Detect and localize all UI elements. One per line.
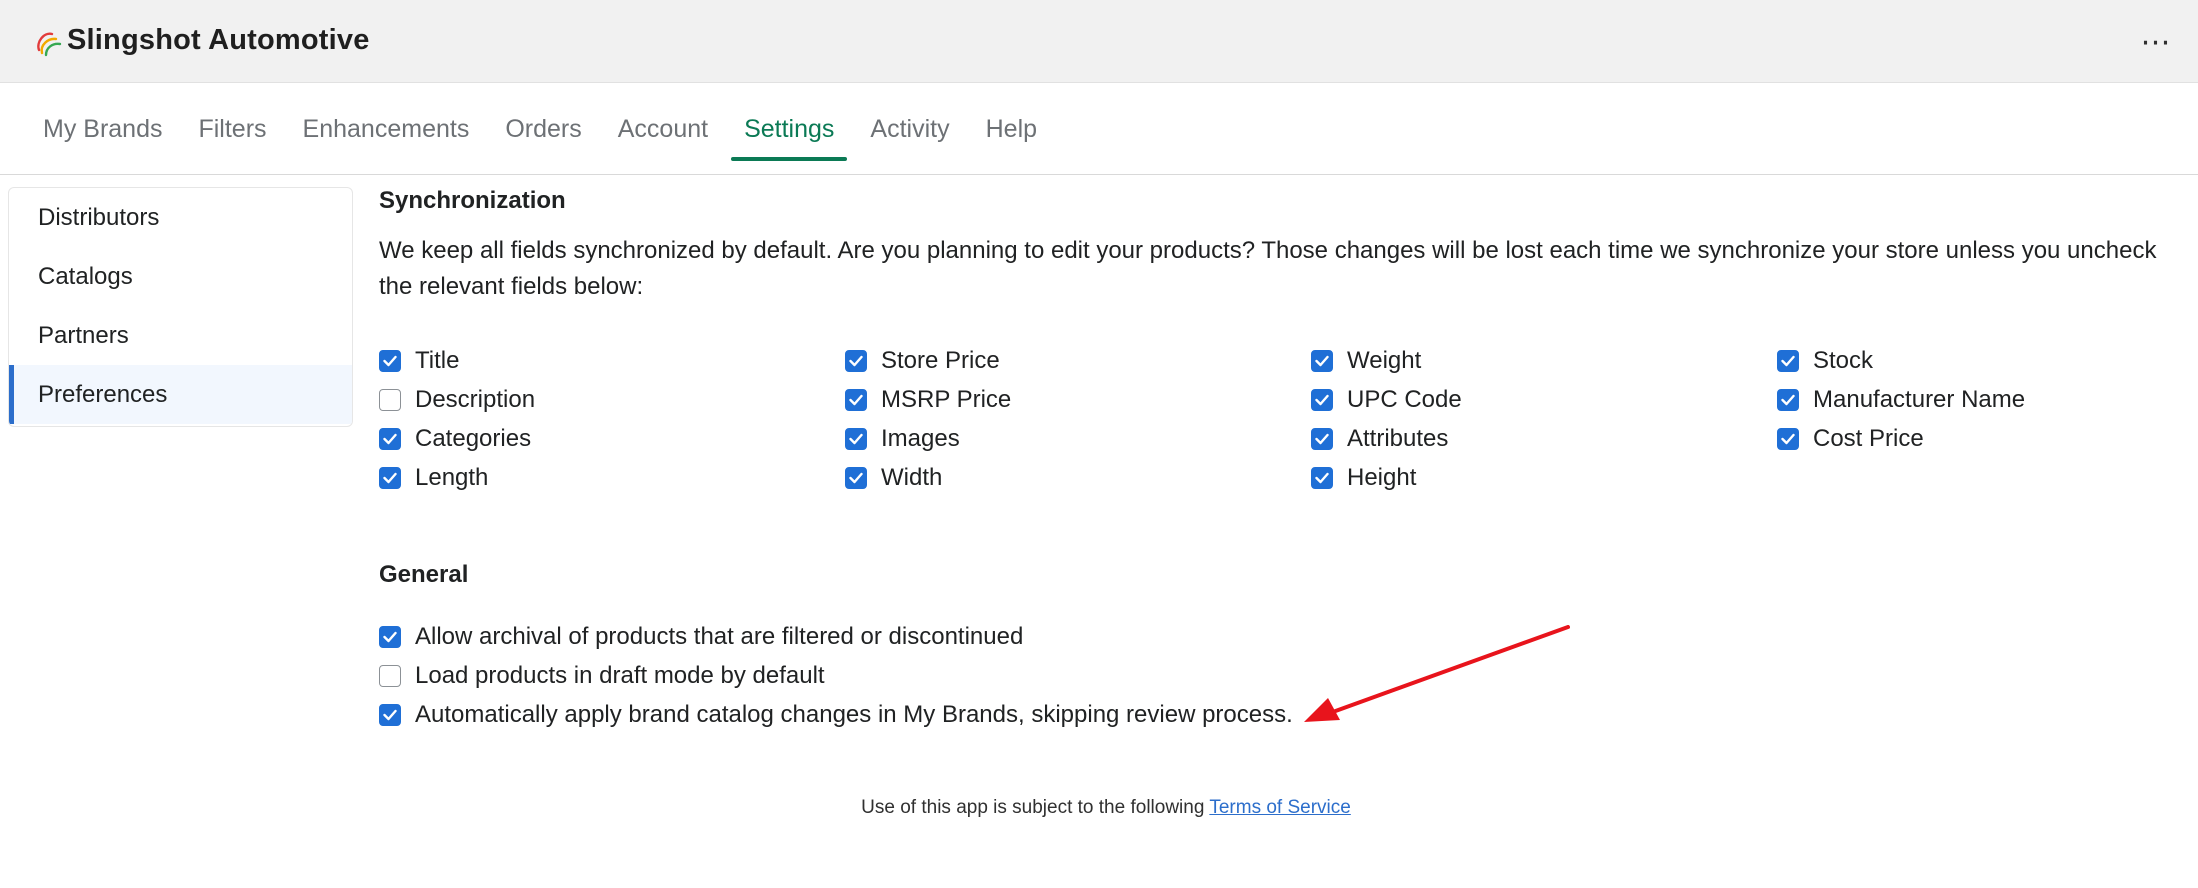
general-section-title: General [379,561,469,588]
sync-field-height[interactable]: Height [1311,464,1777,492]
sync-field-grid: Title Store Price Weight Stock Description MS… [379,347,2198,492]
sync-field-msrp-price[interactable]: MSRP Price [845,386,1311,414]
tab-account[interactable]: Account [605,83,721,175]
sync-field-label: Cost Price [1813,425,1924,452]
sidebar-item-preferences[interactable]: Preferences [9,365,352,424]
sync-description: We keep all fields synchronized by defau… [379,237,2157,300]
tab-list: My Brands Filters Enhancements Orders Accoun… [30,83,1060,175]
sync-field-upc-code[interactable]: UPC Code [1311,386,1777,414]
checkbox-unchecked-icon[interactable] [379,389,401,411]
checkbox-checked-icon[interactable] [1777,428,1799,450]
sync-field-label: Width [881,464,943,491]
sync-field-stock[interactable]: Stock [1777,347,2198,375]
checkbox-checked-icon[interactable] [379,467,401,489]
sync-section-title: Synchronization [379,187,566,214]
sync-field-manufacturer-name[interactable]: Manufacturer Name [1777,386,2198,414]
sync-field-images[interactable]: Images [845,425,1311,453]
tab-filters[interactable]: Filters [185,83,279,175]
general-option-load-products-in-draft-mode-by-default[interactable]: Load products in draft mode by default [379,662,1293,690]
sync-field-label: UPC Code [1347,386,1462,413]
general-option-label: Allow archival of products that are filt… [415,623,1024,650]
general-option-label: Load products in draft mode by default [415,662,825,689]
slingshot-logo-icon [37,32,62,57]
preferences-panel: Synchronization We keep all fields synch… [379,187,2189,728]
checkbox-checked-icon[interactable] [1311,350,1333,372]
more-actions-icon[interactable]: ⋯ [2136,24,2176,60]
sync-field-width[interactable]: Width [845,464,1311,492]
checkbox-checked-icon[interactable] [845,389,867,411]
sync-field-label: Store Price [881,347,1000,374]
sidebar-item-distributors[interactable]: Distributors [9,188,352,247]
checkbox-checked-icon[interactable] [1311,389,1333,411]
checkbox-checked-icon[interactable] [1311,467,1333,489]
sync-field-label: MSRP Price [881,386,1012,413]
tab-my-brands[interactable]: My Brands [30,83,175,175]
main-nav: My Brands Filters Enhancements Orders Accoun… [0,83,2198,175]
sidebar-item-catalogs[interactable]: Catalogs [9,247,352,306]
footer-text: Use of this app is subject to the follow… [861,797,1205,818]
checkbox-checked-icon[interactable] [845,428,867,450]
sync-field-store-price[interactable]: Store Price [845,347,1311,375]
annotation-arrow [1304,625,1570,722]
sync-field-label: Attributes [1347,425,1449,452]
sync-field-attributes[interactable]: Attributes [1311,425,1777,453]
checkbox-checked-icon[interactable] [379,428,401,450]
checkbox-checked-icon[interactable] [1777,350,1799,372]
sync-field-length[interactable]: Length [379,464,845,492]
sync-field-label: Stock [1813,347,1874,374]
sync-field-label: Manufacturer Name [1813,386,2026,413]
sidebar-item-partners[interactable]: Partners [9,306,352,365]
checkbox-checked-icon[interactable] [1311,428,1333,450]
footer: Use of this app is subject to the follow… [0,797,2198,819]
app-title: Slingshot Automotive [67,24,370,56]
sync-field-weight[interactable]: Weight [1311,347,1777,375]
sync-field-description[interactable]: Description [379,386,845,414]
tab-activity[interactable]: Activity [857,83,962,175]
sync-field-title[interactable]: Title [379,347,845,375]
settings-sidebar: Distributors Catalogs Partners Preferences [8,187,353,427]
tab-settings[interactable]: Settings [731,83,848,175]
general-option-label: Automatically apply brand catalog change… [415,701,1293,728]
checkbox-checked-icon[interactable] [379,704,401,726]
sync-field-label: Length [415,464,489,491]
sync-field-label: Description [415,386,536,413]
sync-field-label: Images [881,425,960,452]
checkbox-checked-icon[interactable] [1777,389,1799,411]
sync-field-label: Categories [415,425,532,452]
checkbox-checked-icon[interactable] [379,350,401,372]
sync-field-cost-price[interactable]: Cost Price [1777,425,2198,453]
sync-field-label: Height [1347,464,1417,491]
sync-field-categories[interactable]: Categories [379,425,845,453]
general-option-automatically-apply-brand-catalog-changes-in-my-brands-skipping-review-process[interactable]: Automatically apply brand catalog change… [379,701,1293,729]
tab-help[interactable]: Help [973,83,1050,175]
sync-field-label: Weight [1347,347,1422,374]
checkbox-checked-icon[interactable] [845,350,867,372]
checkbox-checked-icon[interactable] [845,467,867,489]
tab-enhancements[interactable]: Enhancements [290,83,483,175]
sync-field-label: Title [415,347,460,374]
tab-orders[interactable]: Orders [492,83,594,175]
general-option-allow-archival-of-products-that-are-filtered-or-discontinued[interactable]: Allow archival of products that are filt… [379,623,1293,651]
app-header: Slingshot Automotive ⋯ [0,0,2198,83]
checkbox-unchecked-icon[interactable] [379,665,401,687]
terms-of-service-link[interactable]: Terms of Service [1209,797,1350,818]
general-options: Allow archival of products that are filt… [379,623,1293,729]
checkbox-checked-icon[interactable] [379,626,401,648]
